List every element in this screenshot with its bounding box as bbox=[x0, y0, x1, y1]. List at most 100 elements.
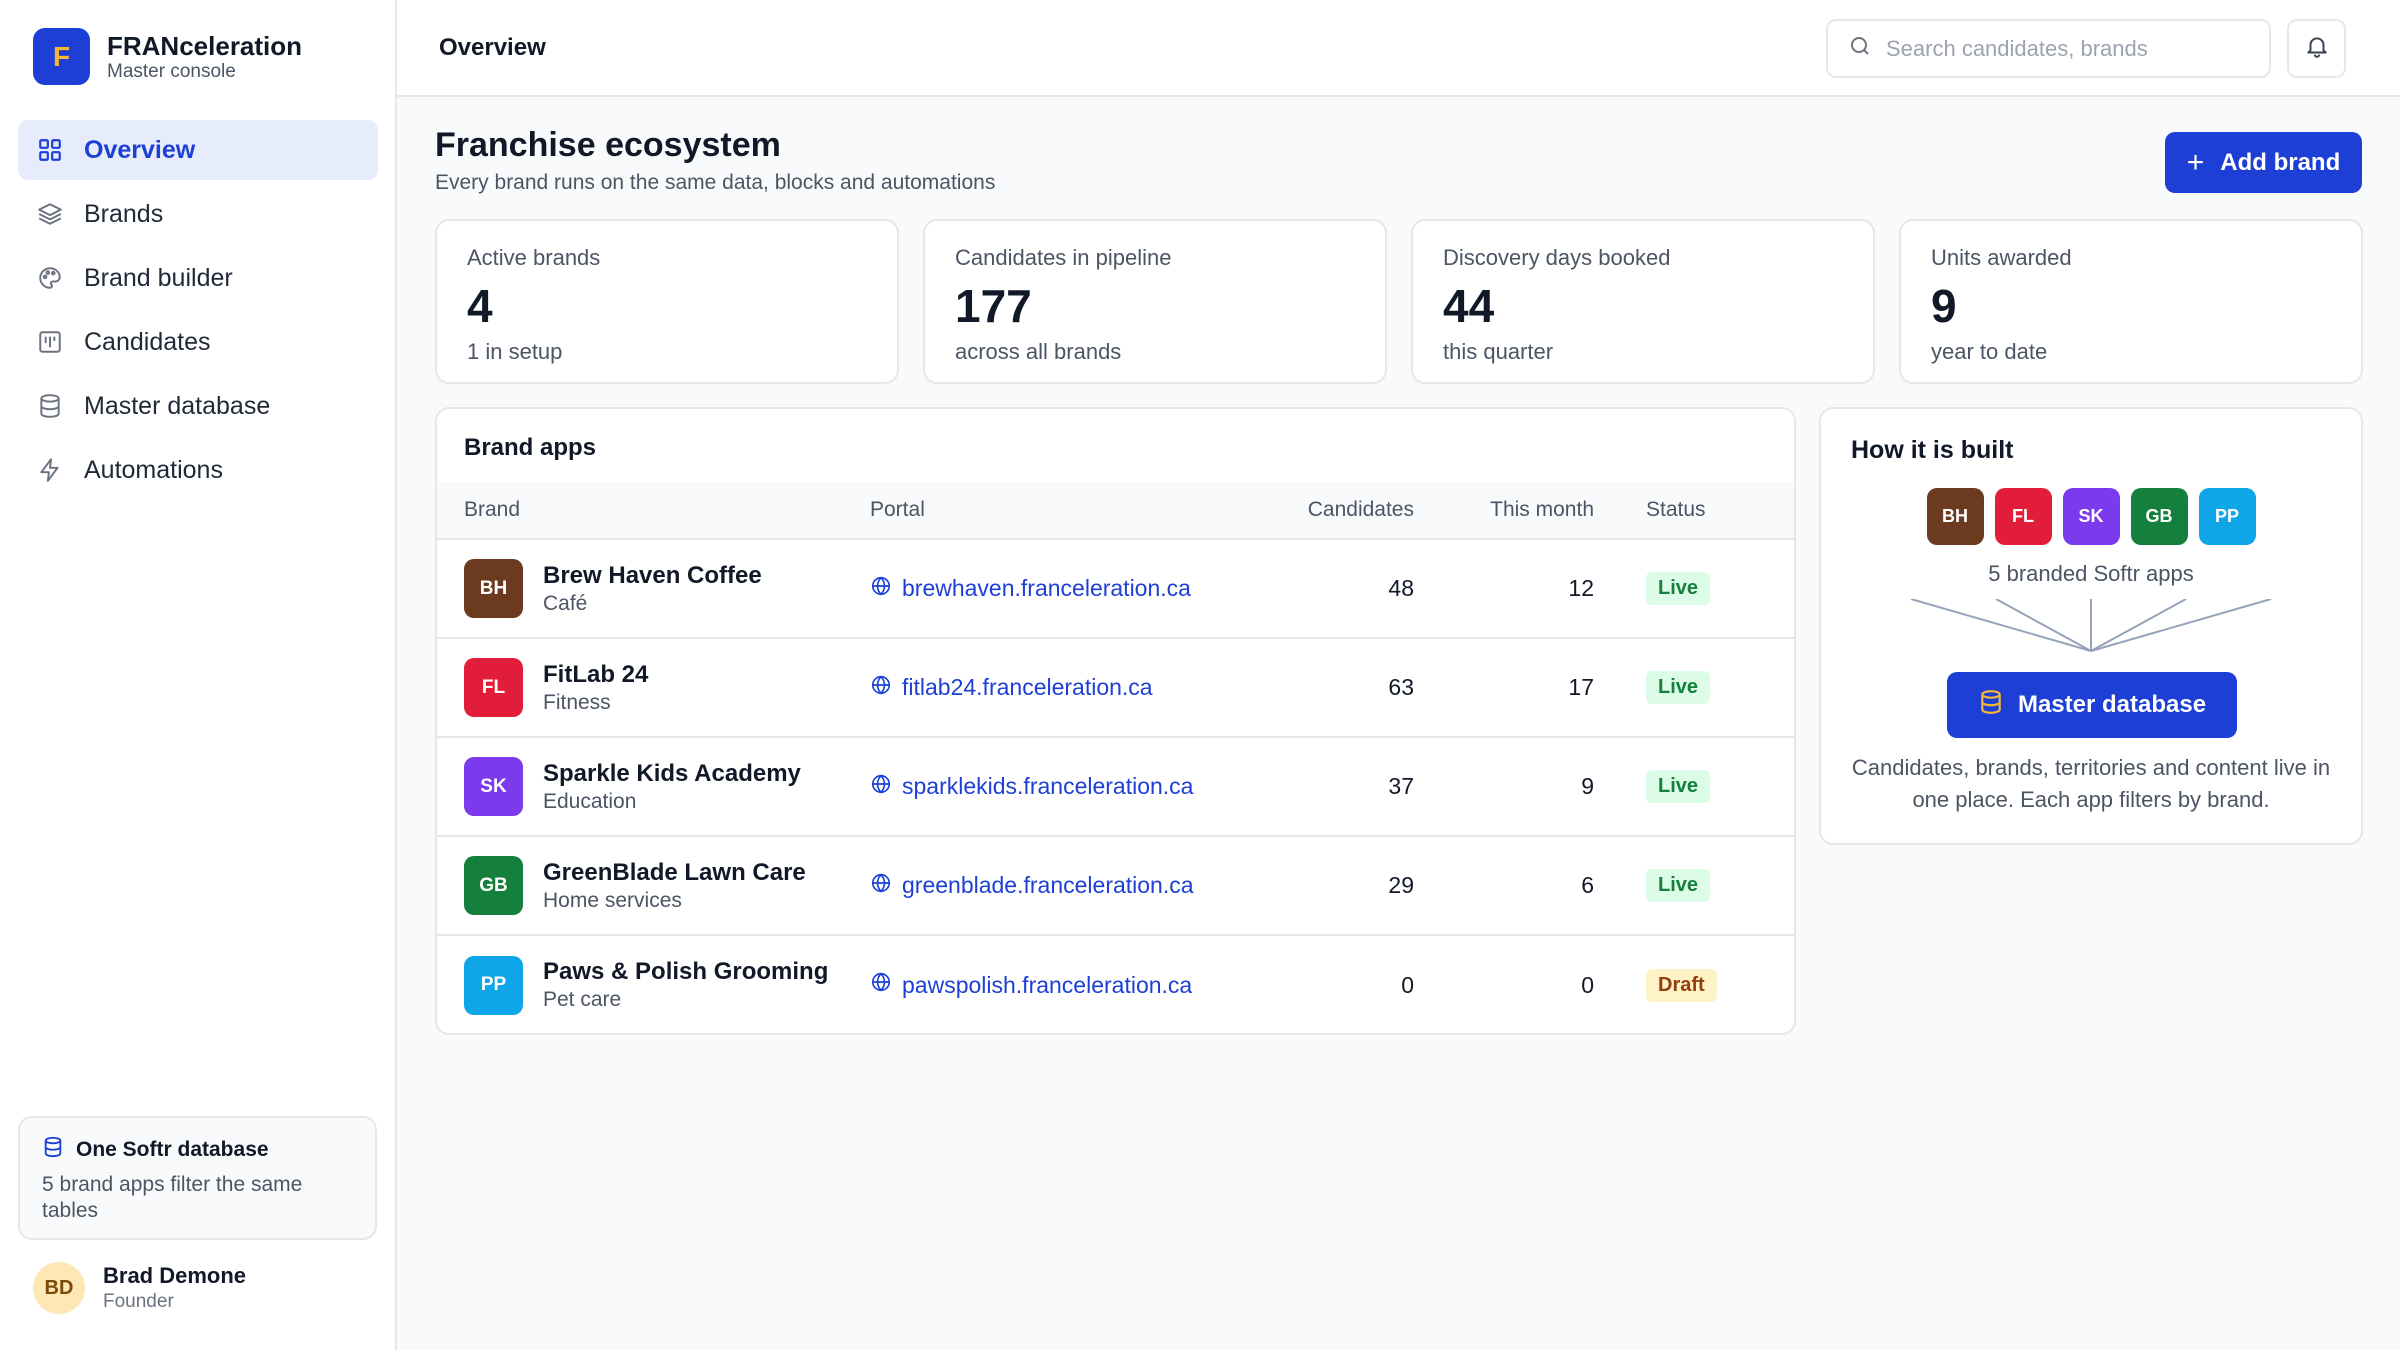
table-row[interactable]: GB GreenBlade Lawn Care Home services green… bbox=[437, 836, 1794, 935]
globe-icon bbox=[870, 773, 902, 801]
this-month-count: 17 bbox=[1568, 674, 1594, 700]
page-subtitle: Every brand runs on the same data, block… bbox=[435, 171, 996, 194]
globe-icon bbox=[870, 674, 902, 702]
top-bar: Overview bbox=[397, 0, 2400, 97]
brand-apps-table: Brand Portal Candidates This month Statu… bbox=[437, 482, 1794, 1033]
status-badge: Live bbox=[1646, 572, 1711, 605]
column-header-this-month[interactable]: This month bbox=[1414, 482, 1594, 540]
stat-card-discovery-days: Discovery days booked 44 this quarter bbox=[1411, 219, 1875, 384]
candidates-count: 29 bbox=[1388, 872, 1414, 898]
app-logo[interactable]: F bbox=[33, 28, 90, 85]
table-row[interactable]: FL FitLab 24 Fitness fitlab24.franceleratio… bbox=[437, 638, 1794, 737]
this-month-count: 12 bbox=[1568, 575, 1594, 601]
how-it-is-built-description: Candidates, brands, territories and cont… bbox=[1851, 755, 2331, 812]
app-subtitle: Master console bbox=[107, 61, 236, 82]
sidebar-item-automations[interactable]: Automations bbox=[18, 440, 378, 500]
stat-note: year to date bbox=[1931, 339, 2048, 364]
globe-icon bbox=[870, 872, 902, 900]
portal-link[interactable]: sparklekids.franceleration.ca bbox=[870, 773, 1251, 801]
brand-name[interactable]: GreenBlade Lawn Care bbox=[543, 859, 806, 887]
database-promo-card: One Softr database 5 brand apps filter t… bbox=[18, 1116, 377, 1240]
bell-icon bbox=[2304, 33, 2330, 64]
search-box[interactable] bbox=[1826, 19, 2271, 78]
portal-link[interactable]: greenblade.franceleration.ca bbox=[870, 872, 1251, 900]
brand-badge: FL bbox=[1994, 488, 2052, 545]
page-header-title: Overview bbox=[439, 34, 546, 61]
brand-badge: FL bbox=[464, 658, 523, 717]
stat-value: 44 bbox=[1443, 280, 1495, 332]
table-header-row: Brand Portal Candidates This month Statu… bbox=[437, 482, 1794, 540]
portal-url: greenblade.franceleration.ca bbox=[902, 872, 1194, 898]
candidates-count: 63 bbox=[1388, 674, 1414, 700]
column-header-brand[interactable]: Brand bbox=[437, 482, 870, 540]
sidebar-item-brand-builder[interactable]: Brand builder bbox=[18, 248, 378, 308]
stat-note: this quarter bbox=[1443, 339, 1554, 364]
sidebar-item-label: Candidates bbox=[84, 327, 211, 356]
globe-icon bbox=[870, 971, 902, 999]
sidebar-item-label: Brand builder bbox=[84, 263, 233, 292]
plus-icon: + bbox=[2186, 145, 2205, 179]
sidebar-item-label: Master database bbox=[84, 391, 271, 420]
promo-text: 5 brand apps filter the same tables bbox=[42, 1173, 303, 1222]
sidebar-item-brands[interactable]: Brands bbox=[18, 184, 378, 244]
sidebar-item-candidates[interactable]: Candidates bbox=[18, 312, 378, 372]
add-brand-label: Add brand bbox=[2220, 148, 2341, 176]
stat-label: Active brands bbox=[467, 245, 601, 270]
brand-apps-title: Brand apps bbox=[464, 434, 597, 461]
brand-name[interactable]: Paws & Polish Grooming bbox=[543, 958, 828, 986]
notifications-button[interactable] bbox=[2287, 19, 2346, 78]
globe-icon bbox=[870, 575, 902, 603]
stat-value: 4 bbox=[467, 280, 493, 332]
column-header-status[interactable]: Status bbox=[1594, 482, 1794, 540]
candidates-count: 48 bbox=[1388, 575, 1414, 601]
brand-name[interactable]: Brew Haven Coffee bbox=[543, 562, 762, 590]
column-header-candidates[interactable]: Candidates bbox=[1251, 482, 1414, 540]
brand-badge: BH bbox=[1926, 488, 1984, 545]
database-icon bbox=[1978, 689, 2018, 722]
sidebar-item-master-database[interactable]: Master database bbox=[18, 376, 378, 436]
brand-badge: BH bbox=[464, 559, 523, 618]
how-it-is-built-title: How it is built bbox=[1851, 436, 2014, 464]
search-input[interactable] bbox=[1886, 35, 2246, 62]
palette-icon bbox=[36, 264, 64, 292]
user-name: Brad Demone bbox=[103, 1263, 247, 1288]
this-month-count: 6 bbox=[1581, 872, 1594, 898]
portal-link[interactable]: fitlab24.franceleration.ca bbox=[870, 674, 1251, 702]
how-it-is-built-card: How it is built BH FL SK GB PP 5 branded Sof… bbox=[1819, 407, 2363, 845]
column-header-portal[interactable]: Portal bbox=[870, 482, 1251, 540]
portal-url: fitlab24.franceleration.ca bbox=[902, 674, 1153, 700]
table-row[interactable]: PP Paws & Polish Grooming Pet care pawspoli… bbox=[437, 935, 1794, 1033]
sidebar-item-label: Brands bbox=[84, 199, 164, 228]
add-brand-button[interactable]: + Add brand bbox=[2165, 132, 2362, 193]
grid-icon bbox=[36, 136, 64, 164]
table-row[interactable]: SK Sparkle Kids Academy Education sparkleki… bbox=[437, 737, 1794, 836]
brand-name[interactable]: Sparkle Kids Academy bbox=[543, 760, 801, 788]
kanban-icon bbox=[36, 328, 64, 356]
brand-badge: GB bbox=[464, 856, 523, 915]
sidebar-item-overview[interactable]: Overview bbox=[18, 120, 378, 180]
table-row[interactable]: BH Brew Haven Coffee Café brewhaven.francel… bbox=[437, 539, 1794, 638]
stat-value: 9 bbox=[1931, 280, 1957, 332]
user-role: Founder bbox=[103, 1291, 174, 1312]
brand-category: Café bbox=[543, 591, 588, 615]
status-badge: Live bbox=[1646, 671, 1711, 704]
stat-card-units-awarded: Units awarded 9 year to date bbox=[1899, 219, 2363, 384]
brand-badges-row: BH FL SK GB PP bbox=[1821, 488, 2361, 545]
search-icon bbox=[1848, 34, 1872, 63]
master-database-button[interactable]: Master database bbox=[1947, 672, 2237, 738]
sidebar-item-label: Automations bbox=[84, 455, 223, 484]
avatar: BD bbox=[33, 1262, 85, 1314]
promo-title: One Softr database bbox=[76, 1138, 269, 1161]
app-name: FRANceleration bbox=[107, 31, 303, 61]
portal-url: pawspolish.franceleration.ca bbox=[902, 971, 1193, 998]
this-month-count: 0 bbox=[1581, 971, 1594, 998]
brand-name[interactable]: FitLab 24 bbox=[543, 661, 648, 689]
database-icon bbox=[36, 392, 64, 420]
page-title: Franchise ecosystem bbox=[435, 126, 781, 164]
stat-card-candidates: Candidates in pipeline 177 across all br… bbox=[923, 219, 1387, 384]
portal-link[interactable]: pawspolish.franceleration.ca bbox=[870, 971, 1251, 999]
portal-link[interactable]: brewhaven.franceleration.ca bbox=[870, 575, 1251, 603]
stat-note: across all brands bbox=[955, 339, 1122, 364]
status-badge: Draft bbox=[1646, 968, 1717, 1002]
user-profile[interactable]: BD Brad Demone Founder bbox=[33, 1262, 246, 1314]
